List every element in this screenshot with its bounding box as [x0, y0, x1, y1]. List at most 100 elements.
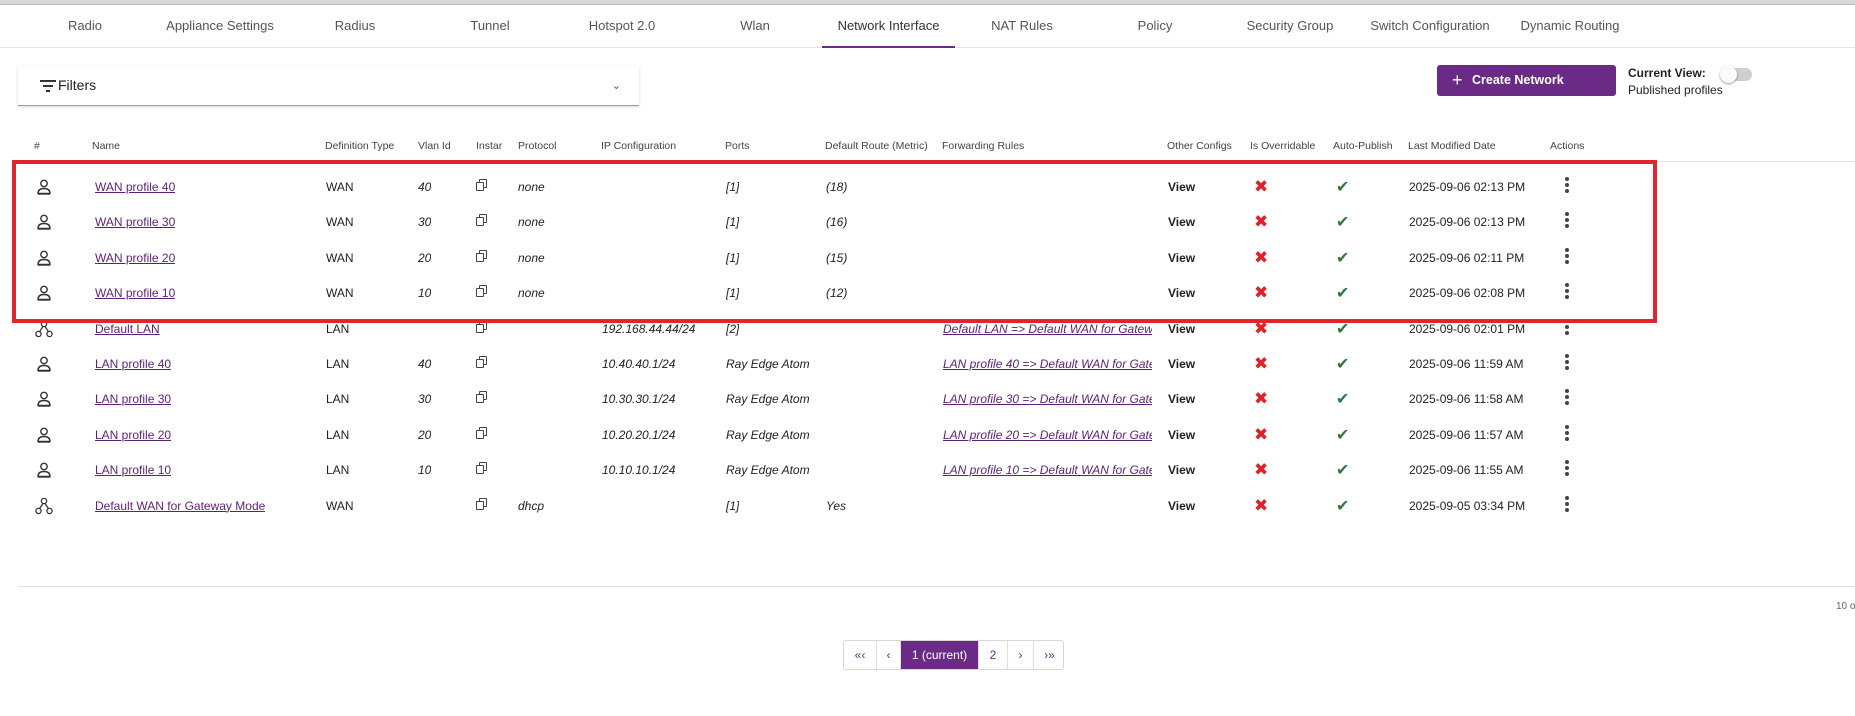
tab-nat-rules[interactable]: NAT Rules [980, 6, 1064, 48]
copy-icon[interactable] [476, 391, 488, 404]
row-view-button[interactable]: View [1168, 392, 1195, 406]
row-forwarding-rule-link[interactable]: LAN profile 10 => Default WAN for Gatewa… [943, 463, 1152, 477]
row-name-link[interactable]: LAN profile 40 [95, 357, 171, 371]
col-vlan-id[interactable]: Vlan Id [418, 140, 451, 152]
row-view-button[interactable]: View [1168, 215, 1195, 229]
row-view-button[interactable]: View [1168, 357, 1195, 371]
row-view-button[interactable]: View [1168, 463, 1195, 477]
prev-page-button[interactable]: ‹ [877, 641, 901, 669]
last-page-button[interactable]: ›» [1034, 641, 1063, 669]
more-vert-icon[interactable] [1564, 211, 1570, 229]
copy-icon[interactable] [476, 356, 488, 369]
row-view-button[interactable]: View [1168, 251, 1195, 265]
close-icon: ✖ [1254, 460, 1269, 480]
close-icon: ✖ [1254, 424, 1269, 444]
toggle-knob [1720, 66, 1737, 83]
page-2-button[interactable]: 2 [979, 641, 1008, 669]
more-vert-icon[interactable] [1564, 388, 1570, 406]
col-last-modified-date[interactable]: Last Modified Date [1408, 140, 1496, 152]
row-name-link[interactable]: Default LAN [95, 322, 160, 336]
first-page-button[interactable]: «‹ [844, 641, 877, 669]
row-name-link[interactable]: WAN profile 20 [95, 251, 175, 265]
copy-icon[interactable] [476, 285, 488, 298]
table-bottom-divider [18, 586, 1855, 587]
row-forwarding-rule-link[interactable]: LAN profile 20 => Default WAN for Gatewa… [943, 428, 1152, 442]
row-name-link[interactable]: Default WAN for Gateway Mode [95, 499, 265, 513]
row-protocol: none [518, 286, 545, 301]
tab-switch-configuration[interactable]: Switch Configuration [1370, 6, 1490, 48]
row-view-button[interactable]: View [1168, 428, 1195, 442]
col-instance[interactable]: Instar [476, 140, 502, 152]
row-name-link[interactable]: LAN profile 20 [95, 428, 171, 442]
col-auto-publish[interactable]: Auto-Publish [1333, 140, 1393, 152]
row-last-modified-date: 2025-09-06 02:11 PM [1409, 250, 1525, 265]
more-vert-icon[interactable] [1564, 424, 1570, 442]
col-default-route[interactable]: Default Route (Metric) [825, 140, 928, 152]
col-protocol[interactable]: Protocol [518, 140, 557, 152]
tab-radius[interactable]: Radius [320, 6, 390, 48]
col-other-configs[interactable]: Other Configs [1167, 140, 1232, 152]
col-ports[interactable]: Ports [725, 140, 750, 152]
copy-icon[interactable] [476, 497, 488, 511]
row-name-link[interactable]: WAN profile 30 [95, 215, 175, 229]
row-forwarding-rule-link[interactable]: LAN profile 40 => Default WAN for Gatewa… [943, 357, 1152, 371]
col-name[interactable]: Name [92, 140, 120, 152]
col-definition-type[interactable]: Definition Type [325, 140, 394, 152]
next-page-button[interactable]: › [1008, 641, 1034, 669]
tab-appliance-settings[interactable]: Appliance Settings [160, 6, 280, 48]
row-vlan-id: 20 [418, 250, 432, 265]
more-vert-icon[interactable] [1564, 459, 1570, 477]
row-name-link[interactable]: LAN profile 10 [95, 463, 171, 477]
row-protocol: dhcp [518, 498, 545, 513]
row-default-route: (12) [826, 286, 848, 301]
row-forwarding-rule-link[interactable]: LAN profile 30 => Default WAN for Gatewa… [943, 392, 1152, 406]
col-is-overridable[interactable]: Is Overridable [1250, 140, 1315, 152]
create-network-interface-button[interactable]: + Create Network Interface [1437, 65, 1616, 118]
row-vlan-id: 30 [418, 392, 432, 407]
tab-network-interface[interactable]: Network Interface [822, 6, 955, 48]
copy-icon[interactable] [476, 179, 488, 192]
more-vert-icon[interactable] [1564, 282, 1570, 300]
tab-wlan[interactable]: Wlan [725, 6, 785, 48]
copy-icon[interactable] [476, 426, 488, 440]
copy-icon[interactable] [476, 249, 488, 263]
row-definition-type: LAN [326, 357, 350, 371]
filters-panel[interactable]: Filters ⌄ [18, 66, 639, 106]
check-icon: ✔ [1336, 179, 1350, 196]
tab-security-group[interactable]: Security Group [1240, 6, 1340, 48]
more-vert-icon[interactable] [1564, 176, 1570, 194]
copy-icon[interactable] [476, 462, 488, 475]
check-icon: ✔ [1336, 214, 1350, 232]
chevron-down-icon[interactable]: ⌄ [612, 79, 621, 92]
more-vert-icon[interactable] [1564, 247, 1570, 265]
row-definition-type: LAN [326, 392, 350, 407]
row-last-modified-date: 2025-09-06 02:13 PM [1409, 180, 1526, 194]
row-view-button[interactable]: View [1168, 286, 1195, 300]
current-view-value: Published profiles [1628, 83, 1723, 97]
more-vert-icon[interactable] [1564, 353, 1570, 371]
row-view-button[interactable]: View [1168, 499, 1195, 513]
row-name-link[interactable]: WAN profile 10 [95, 286, 175, 300]
more-vert-icon[interactable] [1564, 318, 1570, 336]
more-vert-icon[interactable] [1564, 495, 1570, 513]
col-ip-configuration[interactable]: IP Configuration [601, 140, 676, 152]
current-view-toggle[interactable] [1720, 66, 1752, 83]
row-name-link[interactable]: WAN profile 40 [95, 180, 175, 194]
tab-hotspot[interactable]: Hotspot 2.0 [580, 6, 664, 48]
tab-policy[interactable]: Policy [1120, 6, 1190, 48]
row-name-link[interactable]: LAN profile 30 [95, 392, 171, 406]
copy-icon[interactable] [476, 214, 488, 227]
check-icon: ✔ [1336, 249, 1350, 267]
tab-dynamic-routing[interactable]: Dynamic Routing [1520, 6, 1620, 48]
row-view-button[interactable]: View [1168, 180, 1195, 194]
copy-icon[interactable] [476, 320, 488, 334]
tab-radio[interactable]: Radio [50, 6, 120, 48]
current-page-button[interactable]: 1 (current) [901, 641, 979, 669]
row-ip-configuration: 10.10.10.1/24 [602, 463, 676, 478]
row-forwarding-rule-link[interactable]: Default LAN => Default WAN for Gateway M… [943, 322, 1152, 336]
col-forwarding-rules[interactable]: Forwarding Rules [942, 140, 1024, 152]
tab-tunnel[interactable]: Tunnel [450, 6, 530, 48]
plus-icon: + [1452, 70, 1463, 90]
row-definition-type: WAN [326, 180, 354, 194]
row-view-button[interactable]: View [1168, 322, 1195, 336]
